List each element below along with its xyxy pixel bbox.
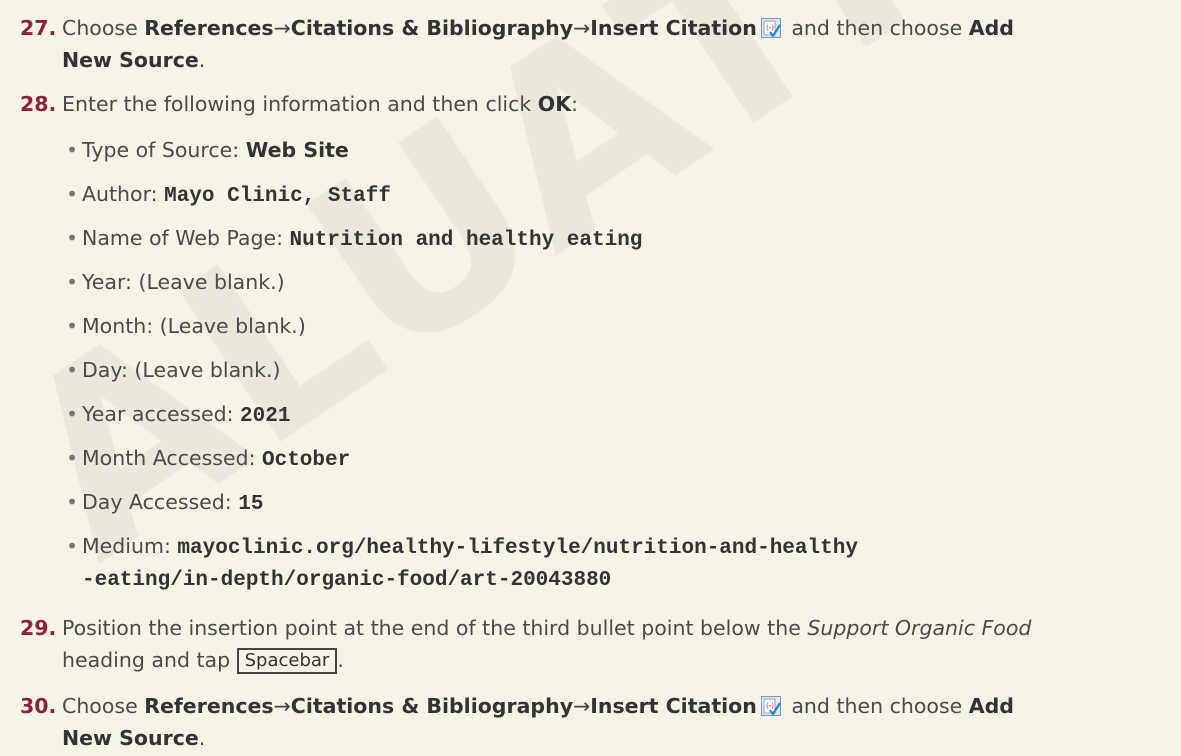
- bullet-icon: •: [66, 314, 79, 338]
- menu-add-new-source: Add: [968, 694, 1014, 718]
- field-value: 15: [238, 493, 264, 516]
- step-text: and then choose: [784, 694, 969, 718]
- arrow: →: [273, 16, 291, 40]
- arrow: →: [573, 16, 591, 40]
- arrow: →: [573, 694, 591, 718]
- list-item: • Author: Mayo Clinic, Staff: [66, 178, 391, 213]
- menu-insert-citation: Insert Citation: [590, 16, 757, 40]
- step-number: 30.: [20, 694, 57, 718]
- step-number: 29.: [20, 616, 57, 640]
- svg-text:(-): (-): [766, 24, 774, 32]
- bullet-icon: •: [66, 402, 79, 426]
- insert-citation-icon: (-): [760, 18, 781, 38]
- list-item: • Day Accessed: 15: [66, 486, 263, 521]
- bullet-icon: •: [66, 182, 79, 206]
- bullet-icon: •: [66, 490, 79, 514]
- list-item: • Name of Web Page: Nutrition and healthy…: [66, 222, 642, 257]
- step-27: 27. Choose References→Citations & Biblio…: [20, 12, 1170, 76]
- menu-add-new-source: New Source: [62, 726, 199, 750]
- step-text: Position the insertion point at the end …: [62, 616, 808, 640]
- heading-reference: Support Organic Food: [807, 616, 1032, 640]
- list-item: • Medium: mayoclinic.org/healthy-lifestyl…: [66, 530, 858, 565]
- step-text: heading and tap: [62, 648, 237, 672]
- step-text: Choose: [62, 16, 145, 40]
- bullet-icon: •: [66, 358, 79, 382]
- arrow: →: [273, 694, 291, 718]
- bullet-icon: •: [66, 534, 79, 558]
- bullet-icon: •: [66, 226, 79, 250]
- list-item: • Year: (Leave blank.): [66, 266, 285, 298]
- bullet-icon: •: [66, 446, 79, 470]
- list-item-continuation: -eating/in-depth/organic-food/art-200438…: [82, 562, 611, 597]
- step-text: Choose: [62, 694, 145, 718]
- step-text: and then choose: [784, 16, 969, 40]
- menu-citations-bibliography: Citations & Bibliography: [290, 694, 574, 718]
- step-29: 29. Position the insertion point at the …: [20, 612, 1170, 676]
- menu-references: References: [144, 694, 274, 718]
- step-text: Enter the following information and then…: [62, 92, 538, 116]
- bullet-icon: •: [66, 138, 79, 162]
- field-value: mayoclinic.org/healthy-lifestyle/nutriti…: [177, 537, 858, 560]
- list-item: • Day: (Leave blank.): [66, 354, 281, 386]
- bullet-icon: •: [66, 270, 79, 294]
- spacebar-key: Spacebar: [236, 648, 338, 674]
- insert-citation-icon: (-): [760, 696, 781, 716]
- menu-citations-bibliography: Citations & Bibliography: [290, 16, 574, 40]
- list-item: • Type of Source: Web Site: [66, 134, 349, 166]
- list-item: • Month: (Leave blank.): [66, 310, 306, 342]
- field-value: 2021: [240, 405, 291, 428]
- field-value: October: [262, 449, 351, 472]
- step-number: 27.: [20, 16, 57, 40]
- menu-insert-citation: Insert Citation: [590, 694, 757, 718]
- field-value: -eating/in-depth/organic-food/art-200438…: [82, 569, 612, 592]
- field-value: Mayo Clinic, Staff: [164, 185, 391, 208]
- step-28: 28. Enter the following information and …: [20, 88, 1170, 120]
- field-value: Nutrition and healthy eating: [289, 229, 643, 252]
- menu-add-new-source: Add: [968, 16, 1014, 40]
- step-30: 30. Choose References→Citations & Biblio…: [20, 690, 1170, 754]
- ok-label: OK: [537, 92, 572, 116]
- svg-text:(-): (-): [766, 702, 774, 710]
- menu-add-new-source: New Source: [62, 48, 199, 72]
- field-value: Web Site: [245, 138, 349, 162]
- menu-references: References: [144, 16, 274, 40]
- list-item: • Year accessed: 2021: [66, 398, 290, 433]
- step-number: 28.: [20, 92, 57, 116]
- list-item: • Month Accessed: October: [66, 442, 350, 477]
